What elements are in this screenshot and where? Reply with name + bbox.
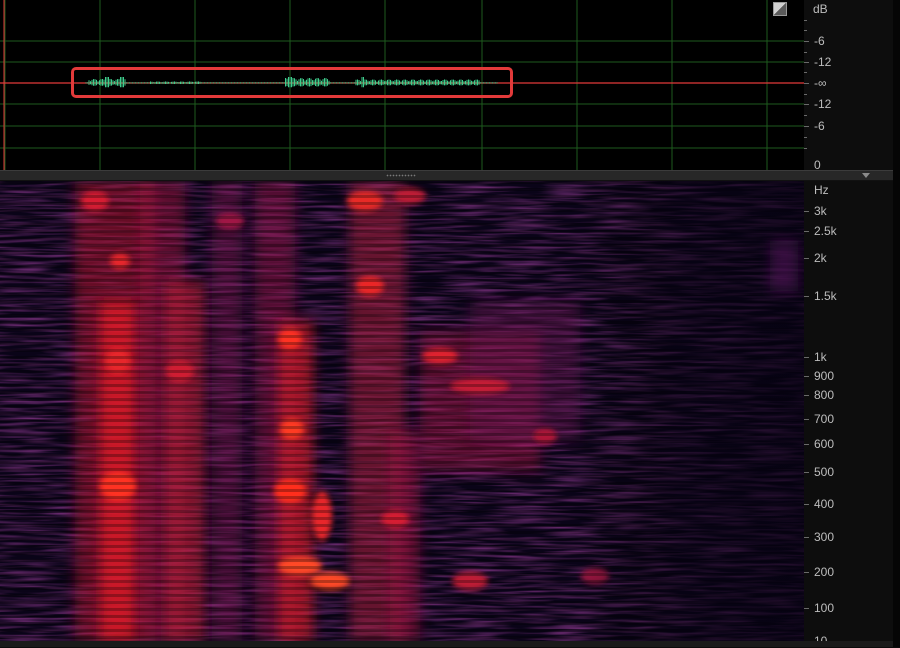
freq-tick bbox=[804, 395, 809, 396]
db-minor-tick bbox=[804, 148, 807, 149]
db-tick bbox=[804, 62, 809, 63]
divider-grip-handle[interactable] bbox=[386, 174, 416, 177]
freq-tick bbox=[804, 444, 809, 445]
selection-highlight bbox=[71, 67, 513, 98]
freq-label: 700 bbox=[814, 412, 835, 426]
freq-tick bbox=[804, 231, 809, 232]
freq-tick bbox=[804, 258, 809, 259]
db-tick bbox=[804, 41, 809, 42]
db-minor-tick bbox=[804, 20, 807, 21]
freq-label: 500 bbox=[814, 465, 835, 479]
freq-label: 100 bbox=[814, 601, 835, 615]
spectral-band bbox=[770, 241, 798, 291]
freq-tick bbox=[804, 572, 809, 573]
freq-label: 900 bbox=[814, 369, 835, 383]
freq-label: 300 bbox=[814, 530, 835, 544]
freq-tick bbox=[804, 296, 809, 297]
db-label: -∞ bbox=[814, 76, 827, 90]
freq-tick bbox=[804, 376, 809, 377]
freq-tick bbox=[804, 357, 809, 358]
freq-label: 600 bbox=[814, 437, 835, 451]
freq-tick bbox=[804, 211, 809, 212]
freq-tick bbox=[804, 608, 809, 609]
spectrogram-fade bbox=[0, 181, 804, 641]
freq-label: 1k bbox=[814, 350, 827, 364]
db-label: -12 bbox=[814, 97, 832, 111]
db-minor-tick bbox=[804, 30, 807, 31]
freq-label: 400 bbox=[814, 497, 835, 511]
db-unit-label: dB bbox=[813, 2, 828, 16]
spectrogram-panel[interactable] bbox=[0, 181, 804, 641]
freq-label: 800 bbox=[814, 388, 835, 402]
freq-label: 2k bbox=[814, 251, 827, 265]
db-tick bbox=[804, 83, 809, 84]
db-label: -12 bbox=[814, 55, 832, 69]
spectrogram-canvas[interactable] bbox=[0, 181, 804, 641]
bottom-scrollbar[interactable] bbox=[0, 641, 893, 647]
panel-divider[interactable] bbox=[0, 170, 893, 181]
freq-label: 3k bbox=[814, 204, 827, 218]
db-minor-tick bbox=[804, 52, 807, 53]
freq-tick bbox=[804, 537, 809, 538]
freq-label: 200 bbox=[814, 565, 835, 579]
window-edge bbox=[893, 0, 900, 647]
chevron-down-icon[interactable] bbox=[862, 173, 870, 178]
freq-label: 2.5k bbox=[814, 224, 837, 238]
db-label: -6 bbox=[814, 34, 825, 48]
freq-label: 1.5k bbox=[814, 289, 837, 303]
db-minor-tick bbox=[804, 115, 807, 116]
freq-tick bbox=[804, 472, 809, 473]
display-toggle-icon[interactable] bbox=[773, 2, 787, 16]
db-minor-tick bbox=[804, 94, 807, 95]
waveform-panel[interactable] bbox=[0, 0, 804, 170]
freq-tick bbox=[804, 419, 809, 420]
db-minor-tick bbox=[804, 72, 807, 73]
db-tick bbox=[804, 126, 809, 127]
freq-unit-label: Hz bbox=[814, 183, 829, 197]
freq-tick bbox=[804, 504, 809, 505]
db-minor-tick bbox=[804, 137, 807, 138]
frequency-scale: Hz 3k 2.5k 2k 1.5k 1k 900 800 700 600 50… bbox=[804, 181, 893, 648]
db-scale: dB -6 -12 -∞ -12 -6 0 bbox=[804, 0, 893, 172]
db-tick bbox=[804, 104, 809, 105]
db-label: -6 bbox=[814, 119, 825, 133]
